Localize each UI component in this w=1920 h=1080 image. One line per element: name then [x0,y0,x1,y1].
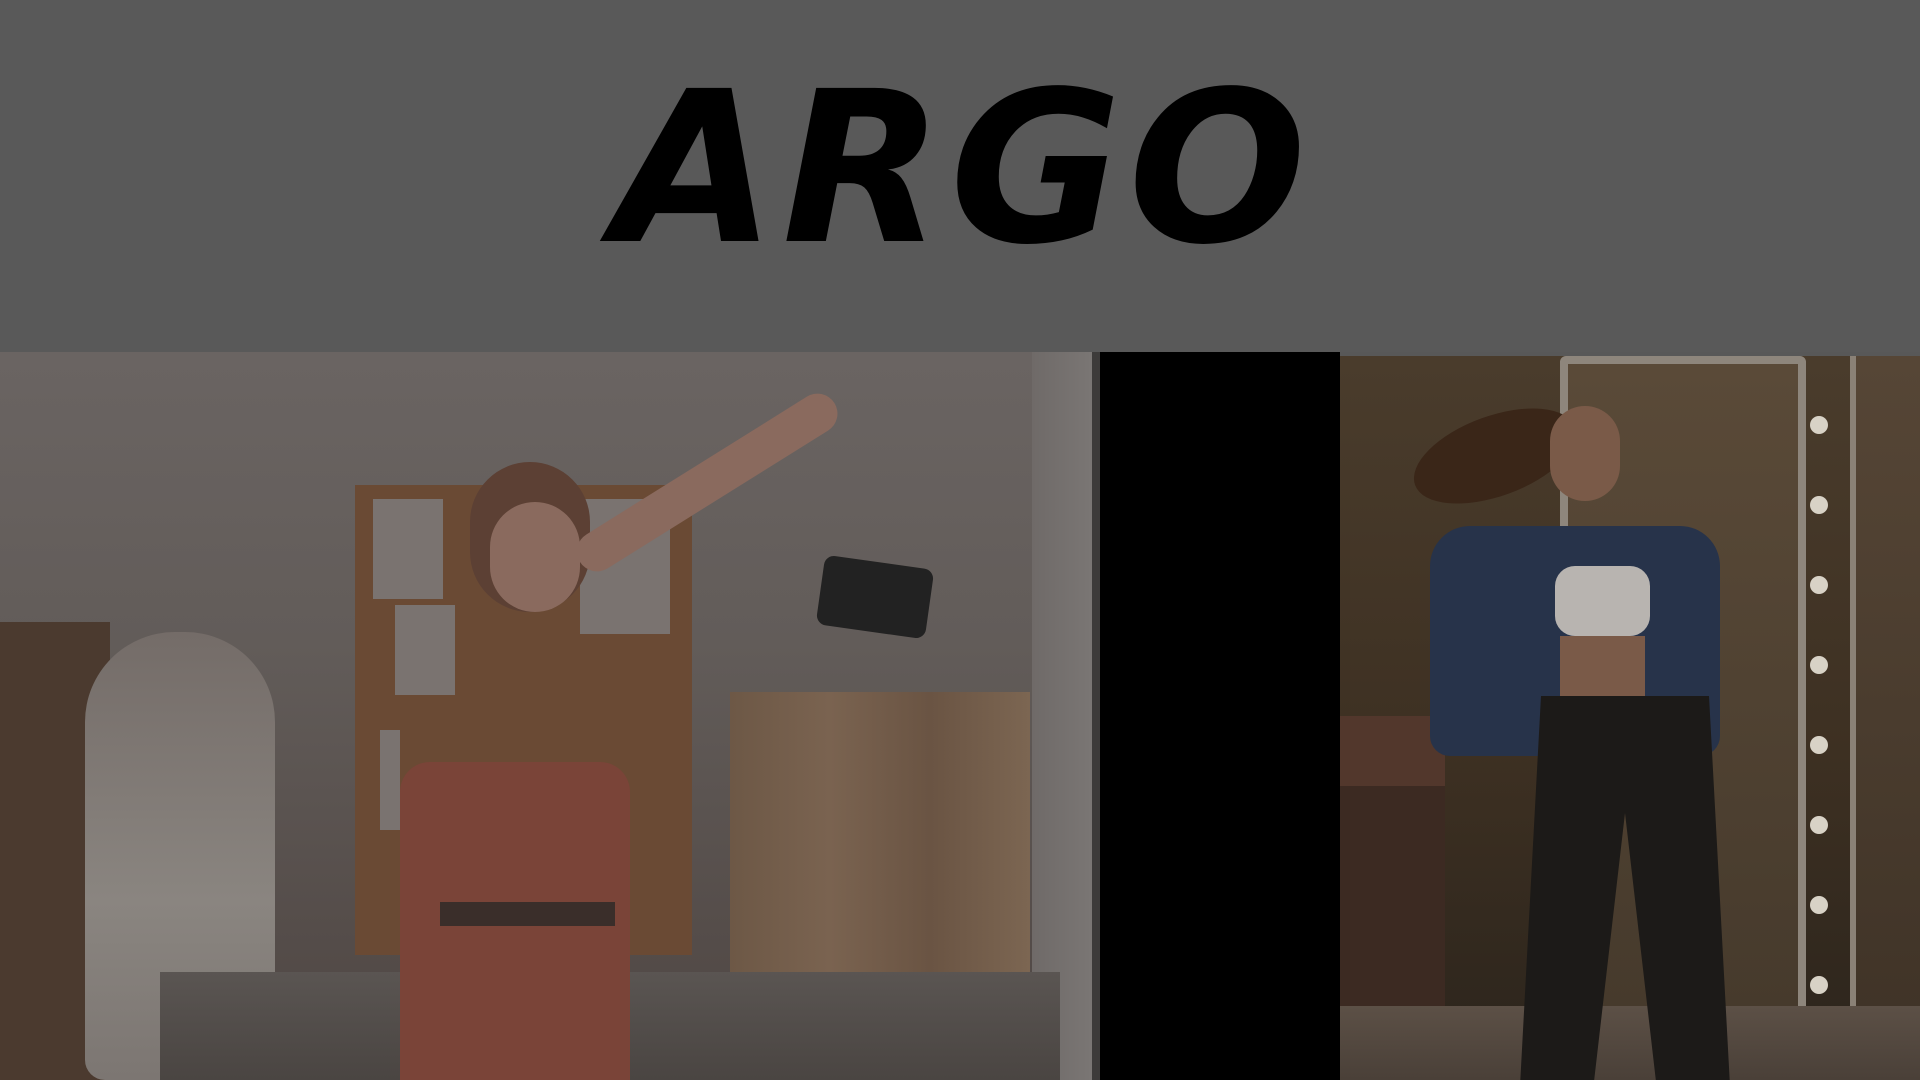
face [490,502,580,612]
landing-page: ARGO [0,0,1920,1080]
light-bulb [1810,736,1828,754]
image-gallery [0,352,1920,1080]
designer-selfie-photo[interactable] [0,352,1092,1080]
vanity-lights [1810,416,1834,1016]
brand-logo[interactable]: ARGO [613,64,1312,274]
light-bulb [1810,976,1828,994]
light-bulb [1810,656,1828,674]
sketch-card [380,730,400,830]
side-mirror [1850,356,1920,1076]
light-bulb [1810,896,1828,914]
smartphone [815,554,935,640]
mirror-pose-photo[interactable] [1340,356,1920,1080]
designer-selfie-image [0,352,1092,1080]
light-bulb [1810,816,1828,834]
gallery-divider [1092,352,1100,1080]
site-header: ARGO [0,0,1920,352]
window-light [1032,352,1092,1080]
belt [440,902,615,926]
mirror-pose-image [1340,356,1920,1080]
midriff [1560,636,1645,696]
light-bulb [1810,496,1828,514]
blank-black-panel[interactable] [1100,352,1340,1080]
white-top [1555,566,1650,636]
light-bulb [1810,416,1828,434]
woman-figure [1400,389,1730,1080]
clothing-rack [730,692,1030,982]
light-bulb [1810,576,1828,594]
head [1550,406,1620,501]
heart-print-pants [1520,696,1730,1080]
